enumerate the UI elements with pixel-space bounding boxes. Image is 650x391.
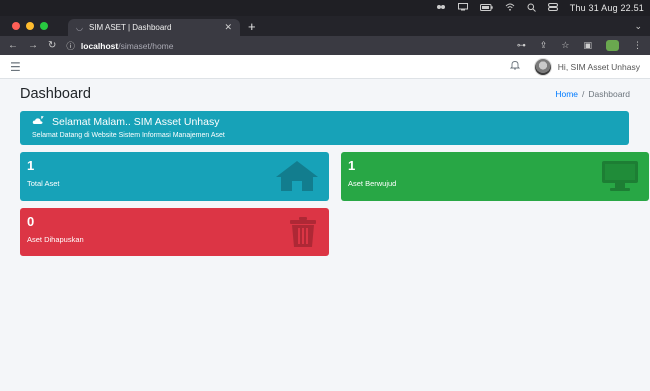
bluetooth-icon[interactable] [436,3,446,13]
cloud-moon-icon [32,116,44,128]
window-controls [0,22,58,36]
toolbar-actions: ⊶ ⇪ ☆ ▣ ⋮ [517,40,642,51]
app-navbar: ☰ Hi, SIM Asset Unhasy [0,55,650,79]
desktop-icon [601,160,639,197]
breadcrumb-separator: / [582,89,585,99]
trash-icon [287,216,319,253]
stat-label: Aset Berwujud [348,179,397,188]
breadcrumb-current: Dashboard [588,89,630,99]
new-tab-button[interactable]: + [248,19,256,36]
stat-card-aset-berwujud[interactable]: 1 Aset Berwujud [341,152,649,201]
maximize-window-button[interactable] [40,22,48,30]
key-icon[interactable]: ⊶ [517,40,526,51]
stat-value: 1 [27,158,35,173]
browser-tabstrip: ◡ SIM ASET | Dashboard ✕ + ⌄ [0,16,650,36]
control-center-icon[interactable] [547,3,558,13]
bell-icon [509,61,520,73]
back-button[interactable]: ← [8,40,18,51]
bookmark-star-icon[interactable]: ☆ [561,40,569,51]
tab-search-chevron-icon[interactable]: ⌄ [634,21,650,36]
close-tab-icon[interactable]: ✕ [224,22,232,33]
spotlight-search-icon[interactable] [527,3,536,14]
url-path: /simaset/home [118,40,174,51]
stat-value: 1 [348,158,356,173]
notifications-button[interactable] [509,60,520,73]
display-icon[interactable] [457,3,468,13]
favicon-icon: ◡ [76,23,83,32]
stat-value: 0 [27,214,35,229]
share-icon[interactable]: ⇪ [540,40,548,51]
extension-icon[interactable] [606,40,619,51]
breadcrumb: Home / Dashboard [555,89,630,99]
user-menu[interactable]: Hi, SIM Asset Unhasy [533,57,640,76]
os-clock[interactable]: Thu 31 Aug 22.51 [570,3,644,13]
os-menubar: Thu 31 Aug 22.51 [0,0,650,16]
user-greeting: Hi, SIM Asset Unhasy [557,61,640,72]
browser-toolbar: ← → ↻ ⓘ localhost/simaset/home ⊶ ⇪ ☆ ▣ ⋮ [0,36,650,55]
address-bar[interactable]: ⓘ localhost/simaset/home [66,39,506,53]
breadcrumb-home-link[interactable]: Home [555,89,578,99]
close-window-button[interactable] [12,22,20,30]
welcome-subtitle: Selamat Datang di Website Sistem Informa… [32,132,225,139]
tab-title: SIM ASET | Dashboard [88,23,172,32]
content-wrapper: Dashboard Home / Dashboard Selamat Malam… [0,79,650,391]
wifi-icon[interactable] [505,3,515,13]
page-title: Dashboard [20,86,91,102]
sidebar-toggle-icon[interactable]: ▣ [583,40,592,51]
forward-button[interactable]: → [28,40,38,51]
stat-card-total-aset[interactable]: 1 Total Aset [20,152,329,201]
reload-button[interactable]: ↻ [48,40,56,51]
welcome-title: Selamat Malam.. SIM Asset Unhasy [52,116,220,128]
stat-card-aset-dihapuskan[interactable]: 0 Aset Dihapuskan [20,208,329,256]
content-header: Dashboard Home / Dashboard [0,79,650,109]
screen: Thu 31 Aug 22.51 ◡ SIM ASET | Dashboard … [0,0,650,391]
more-menu-icon[interactable]: ⋮ [633,40,642,51]
stat-label: Total Aset [27,179,60,188]
battery-icon[interactable] [479,3,493,13]
site-info-icon[interactable]: ⓘ [66,40,75,52]
stat-label: Aset Dihapuskan [27,235,84,244]
home-icon [275,160,319,197]
welcome-callout: Selamat Malam.. SIM Asset Unhasy Selamat… [20,111,629,145]
url-host: localhost [80,40,119,51]
browser-tab[interactable]: ◡ SIM ASET | Dashboard ✕ [68,19,240,36]
avatar [533,57,552,76]
minimize-window-button[interactable] [26,22,34,30]
menu-toggle-icon[interactable]: ☰ [10,60,21,74]
